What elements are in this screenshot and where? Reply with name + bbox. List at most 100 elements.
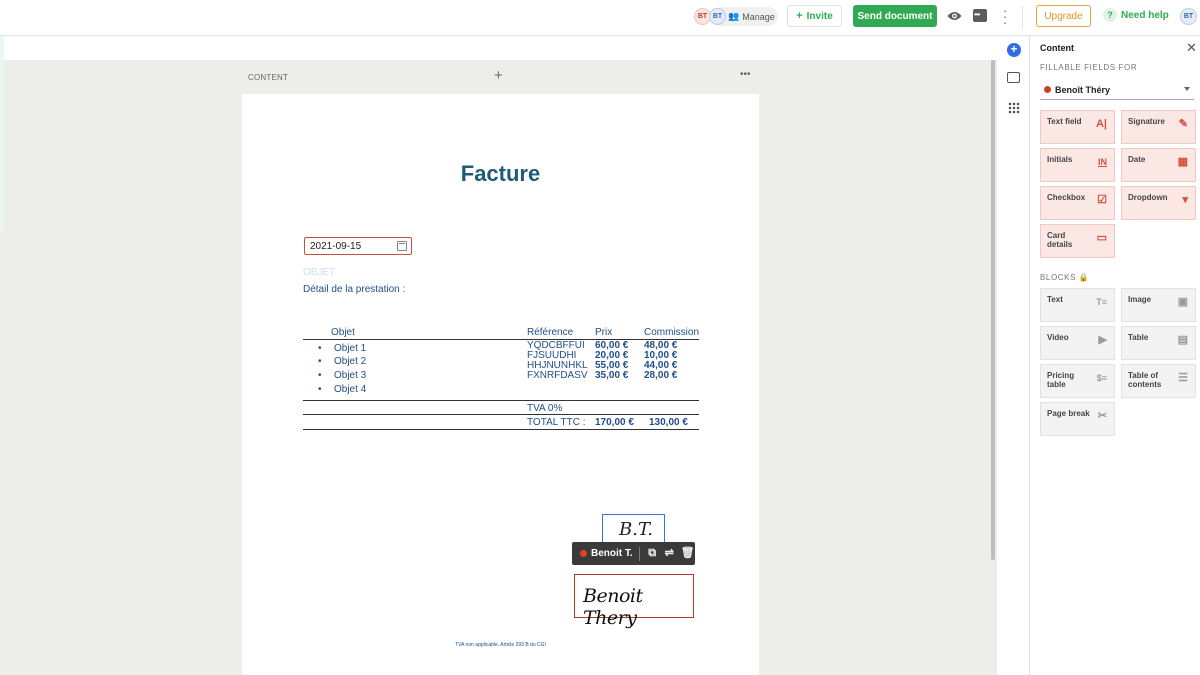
content-section-label: CONTENT	[248, 73, 289, 82]
recipient-avatar-2[interactable]: BT	[709, 8, 726, 25]
comment-icon[interactable]	[973, 9, 987, 22]
list-item: Objet 1	[334, 343, 367, 354]
variables-icon[interactable]	[1007, 72, 1020, 83]
list-item: Objet 2	[334, 356, 367, 367]
initials-icon: IN	[1098, 157, 1107, 167]
bullet: •	[318, 356, 322, 367]
tile-label: Video	[1047, 333, 1069, 342]
total-commission: 130,00 €	[649, 417, 688, 428]
eye-icon[interactable]	[947, 10, 962, 22]
tile-label: Date	[1128, 155, 1146, 164]
recipient-select[interactable]: Benoît Théry	[1040, 80, 1194, 100]
list-item: Objet 3	[334, 370, 367, 381]
toolbar-divider	[638, 546, 640, 561]
calendar-icon	[397, 241, 407, 251]
objet-placeholder[interactable]: OBJET	[303, 267, 335, 278]
initials-value: B.T.	[619, 519, 654, 540]
bullet: •	[318, 370, 322, 381]
content-panel: Content ✕ FILLABLE FIELDS FOR Benoît Thé…	[1030, 36, 1200, 675]
field-toolbar: Benoit T. ⧉ ⇌ 🗑	[572, 542, 695, 565]
duplicate-icon[interactable]: ⧉	[647, 548, 658, 559]
apps-grid-icon[interactable]	[1008, 102, 1020, 114]
tile-label: Table	[1128, 333, 1149, 342]
close-icon[interactable]: ✕	[1186, 41, 1197, 54]
table-line	[303, 414, 699, 415]
video-block-tile[interactable]: Video ▶	[1040, 326, 1115, 360]
image-block-tile[interactable]: Image ▣	[1121, 288, 1196, 322]
header-reference: Référence	[527, 327, 574, 338]
pricing-table-block-tile[interactable]: Pricing table $≡	[1040, 364, 1115, 398]
settings-icon[interactable]: ⇌	[664, 548, 675, 559]
checkbox-icon: ☑	[1097, 194, 1107, 206]
chevron-down-icon	[1184, 87, 1190, 91]
table-line	[303, 339, 699, 340]
text-field-tile[interactable]: Text field A|	[1040, 110, 1115, 144]
canvas-scrollbar[interactable]	[991, 60, 995, 560]
blocks-label-text: BLOCKS	[1040, 273, 1077, 282]
toc-icon: ☰	[1178, 372, 1188, 384]
signature-tile[interactable]: Signature ✎	[1121, 110, 1196, 144]
dropdown-tile[interactable]: Dropdown ▾	[1121, 186, 1196, 220]
checkbox-tile[interactable]: Checkbox ☑	[1040, 186, 1115, 220]
user-avatar[interactable]: BT	[1180, 8, 1197, 25]
help-icon: ?	[1103, 8, 1117, 22]
detail-text[interactable]: Détail de la prestation :	[303, 284, 405, 295]
text-field-icon: A|	[1095, 118, 1107, 130]
lock-icon: 🔒	[1078, 273, 1090, 282]
signature-value: Benoit Thery	[583, 585, 643, 629]
bullet: •	[318, 384, 322, 395]
tile-label: Pricing table	[1047, 371, 1075, 389]
video-icon: ▶	[1098, 334, 1107, 346]
invite-button[interactable]: + Invite	[787, 5, 842, 27]
tile-label: Signature	[1128, 117, 1165, 126]
canvas-edge	[0, 36, 4, 231]
list-item: Objet 4	[334, 384, 367, 395]
text-block-tile[interactable]: Text T≡	[1040, 288, 1115, 322]
recipient-dot	[580, 550, 587, 557]
reference-cell: FXNRFDASV	[527, 370, 588, 381]
fillable-fields-label: FILLABLE FIELDS FOR	[1040, 63, 1138, 72]
date-field[interactable]: 2021-09-15	[304, 237, 412, 255]
panel-title: Content	[1040, 43, 1074, 53]
people-icon: 👥	[728, 11, 740, 21]
bullet: •	[318, 343, 322, 354]
table-block-tile[interactable]: Table ▤	[1121, 326, 1196, 360]
tile-label: Table of contents	[1128, 371, 1162, 389]
tile-label: Initials	[1047, 155, 1073, 164]
need-help-button[interactable]: ? Need help	[1103, 8, 1169, 22]
tile-label: Text	[1047, 295, 1063, 304]
signature-field[interactable]: Benoit Thery	[574, 574, 694, 629]
header-commission: Commission	[644, 327, 700, 338]
field-assignee[interactable]: Benoit T.	[591, 548, 633, 559]
calendar-icon: ▦	[1177, 156, 1188, 168]
add-person-icon: +	[796, 10, 803, 22]
section-menu-icon[interactable]: •••	[740, 70, 751, 80]
send-document-button[interactable]: Send document	[853, 5, 937, 27]
table-line	[303, 400, 699, 401]
add-content-icon[interactable]: +	[1007, 43, 1021, 57]
add-block-icon[interactable]: +	[494, 68, 503, 83]
manage-label: Manage	[742, 11, 775, 22]
date-tile[interactable]: Date ▦	[1121, 148, 1196, 182]
recipient-name: Benoît Théry	[1055, 84, 1111, 95]
document-title[interactable]: Facture	[242, 161, 759, 187]
more-options-icon[interactable]: · · ·	[1001, 4, 1009, 29]
document-page: Facture 2021-09-15 OBJET Détail de la pr…	[242, 94, 759, 675]
initials-tile[interactable]: Initials IN	[1040, 148, 1115, 182]
card-details-tile[interactable]: Card details ▭	[1040, 224, 1115, 258]
trash-icon[interactable]: 🗑	[681, 548, 695, 559]
toc-block-tile[interactable]: Table of contents ☰	[1121, 364, 1196, 398]
recipient-dot	[1044, 86, 1051, 93]
page-break-block-tile[interactable]: Page break ✂	[1040, 402, 1115, 436]
tile-label: Image	[1128, 295, 1152, 304]
date-value: 2021-09-15	[310, 240, 362, 252]
footer-note[interactable]: TVA non applicable. Article 293 B du CGI	[242, 642, 759, 648]
price-cell: 35,00 €	[595, 370, 629, 381]
tva-label: TVA 0%	[527, 403, 563, 414]
initials-field[interactable]: B.T.	[602, 514, 665, 544]
upgrade-button[interactable]: Upgrade	[1036, 5, 1091, 27]
tile-label: Text field	[1047, 117, 1082, 126]
dropdown-icon: ▾	[1182, 194, 1188, 206]
total-price: 170,00 €	[595, 417, 634, 428]
image-icon: ▣	[1177, 296, 1188, 308]
